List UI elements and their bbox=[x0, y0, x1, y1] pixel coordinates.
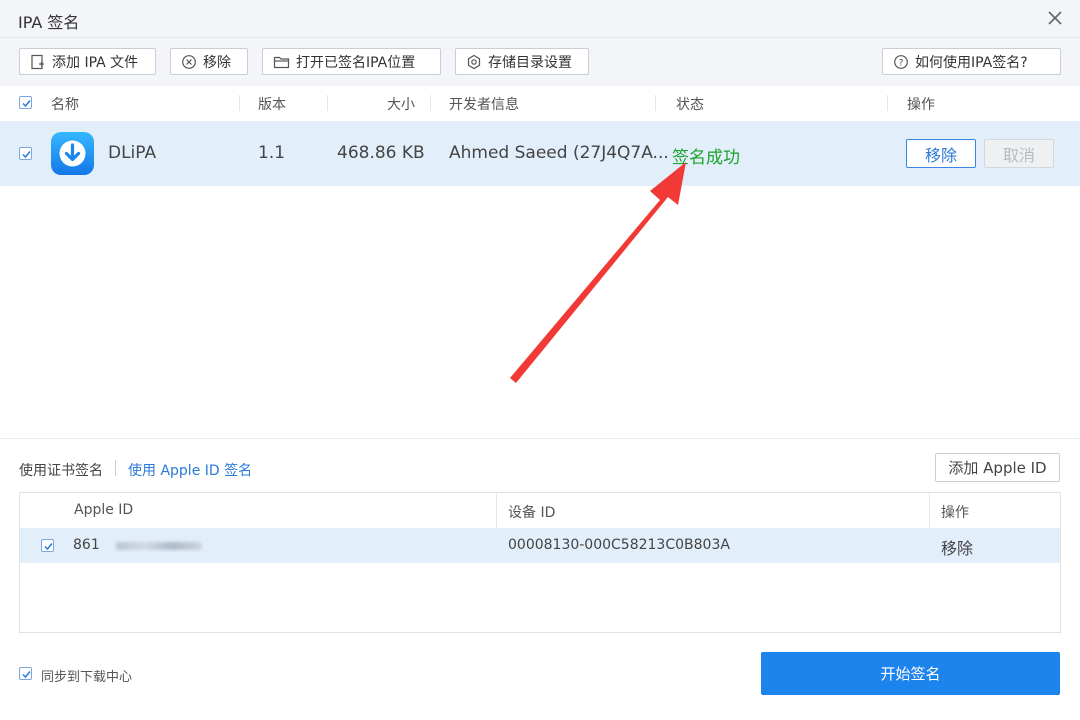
sign-mode-cert-tab[interactable]: 使用证书签名 bbox=[19, 460, 103, 480]
settings-icon bbox=[467, 54, 481, 69]
col-divider bbox=[430, 95, 431, 111]
col-divider bbox=[327, 95, 328, 111]
add-ipa-button[interactable]: 添加 IPA 文件 bbox=[19, 48, 156, 75]
remove-button[interactable]: 移除 bbox=[170, 48, 248, 75]
col-developer: 开发者信息 bbox=[449, 97, 519, 113]
app-download-icon bbox=[51, 132, 94, 175]
row-cancel-button: 取消 bbox=[984, 139, 1054, 168]
col-divider bbox=[496, 493, 497, 528]
col-action: 操作 bbox=[907, 97, 935, 113]
app-name: DLiPA bbox=[108, 143, 157, 163]
sync-label: 同步到下载中心 bbox=[41, 670, 133, 685]
apple-remove-link[interactable]: 移除 bbox=[941, 535, 973, 559]
apple-row-checkbox[interactable] bbox=[41, 539, 54, 552]
sync-checkbox[interactable] bbox=[19, 667, 32, 680]
apple-id-value: 861 bbox=[73, 537, 100, 553]
help-icon: ? bbox=[894, 54, 908, 69]
apple-id-table: Apple ID 设备 ID 操作 861 00008130-000C58213… bbox=[19, 492, 1061, 633]
add-ipa-label: 添加 IPA 文件 bbox=[52, 54, 139, 71]
remove-circle-icon bbox=[182, 54, 196, 69]
sign-mode-apple-id-tab[interactable]: 使用 Apple ID 签名 bbox=[128, 460, 252, 480]
folder-icon bbox=[273, 56, 290, 68]
storage-settings-button[interactable]: 存储目录设置 bbox=[455, 48, 589, 75]
open-signed-label: 打开已签名IPA位置 bbox=[296, 54, 416, 71]
col-name: 名称 bbox=[51, 97, 79, 113]
start-sign-button[interactable]: 开始签名 bbox=[761, 652, 1060, 695]
col-device-id: 设备 ID bbox=[508, 505, 556, 521]
section-divider bbox=[0, 438, 1080, 439]
col-apple-id: Apple ID bbox=[74, 502, 134, 518]
add-file-icon bbox=[31, 54, 44, 69]
apple-id-row[interactable]: 861 00008130-000C58213C0B803A 移除 bbox=[20, 528, 1060, 563]
col-apple-action: 操作 bbox=[941, 505, 969, 521]
device-id-value: 00008130-000C58213C0B803A bbox=[508, 537, 730, 553]
title-bar: IPA 签名 bbox=[0, 0, 1080, 38]
add-apple-id-button[interactable]: 添加 Apple ID bbox=[935, 453, 1060, 482]
help-label: 如何使用IPA签名? bbox=[915, 54, 1028, 71]
help-button[interactable]: ? 如何使用IPA签名? bbox=[882, 48, 1061, 75]
row-remove-button[interactable]: 移除 bbox=[906, 139, 976, 168]
col-divider bbox=[239, 95, 240, 111]
mode-divider bbox=[115, 460, 116, 476]
col-version: 版本 bbox=[258, 97, 286, 113]
col-divider bbox=[887, 95, 888, 111]
app-version: 1.1 bbox=[258, 143, 286, 163]
svg-text:?: ? bbox=[899, 58, 904, 68]
col-status: 状态 bbox=[676, 97, 704, 113]
col-divider bbox=[929, 493, 930, 528]
col-size: 大小 bbox=[387, 97, 415, 113]
apple-table-header: Apple ID 设备 ID 操作 bbox=[20, 493, 1060, 528]
redacted-blur bbox=[116, 542, 202, 550]
remove-label: 移除 bbox=[203, 54, 231, 71]
ipa-list-header: 名称 版本 大小 开发者信息 状态 操作 bbox=[0, 86, 1080, 120]
red-arrow-annotation bbox=[510, 162, 686, 383]
toolbar: 添加 IPA 文件 移除 打开已签名IPA位置 存储目录设置 ? 如何使用IPA… bbox=[0, 38, 1080, 86]
storage-settings-label: 存储目录设置 bbox=[488, 54, 572, 71]
row-checkbox[interactable] bbox=[19, 147, 32, 160]
open-signed-location-button[interactable]: 打开已签名IPA位置 bbox=[262, 48, 441, 75]
close-icon[interactable] bbox=[1044, 7, 1066, 29]
app-size: 468.86 KB bbox=[337, 143, 425, 163]
select-all-checkbox[interactable] bbox=[19, 96, 32, 109]
col-divider bbox=[655, 95, 656, 111]
window-title: IPA 签名 bbox=[18, 13, 80, 32]
